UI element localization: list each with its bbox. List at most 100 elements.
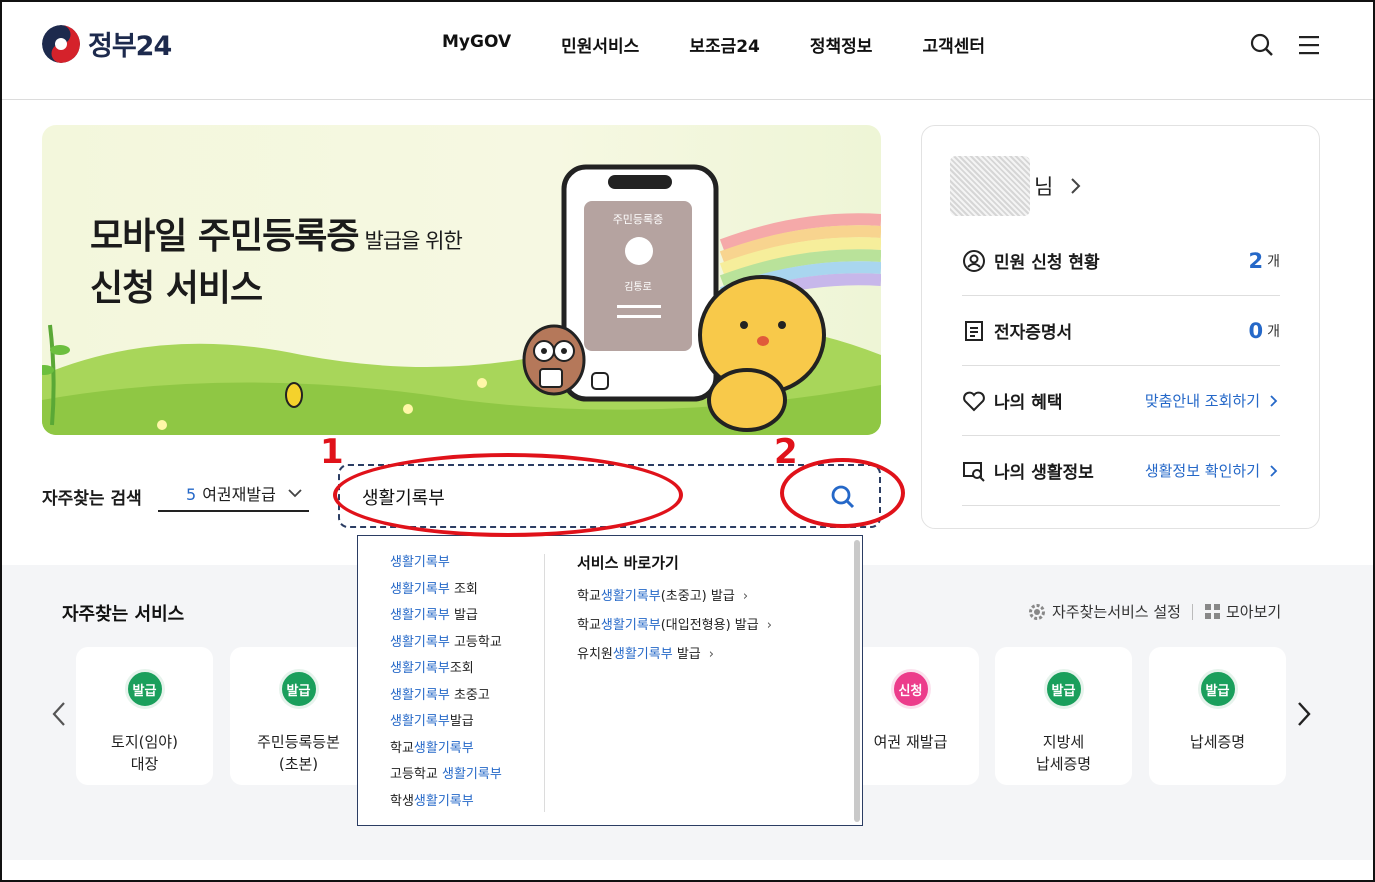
- taegeuk-logo-icon: [42, 24, 80, 63]
- chevron-right-icon: ›: [742, 589, 749, 604]
- banner-title-line2: 신청 서비스: [90, 268, 263, 309]
- quick-link-item[interactable]: 학교생활기록부(초중고) 발급 ›: [577, 585, 772, 614]
- document-icon: [962, 319, 986, 343]
- annotation-number-1: 1: [320, 432, 344, 472]
- my-benefits-link[interactable]: 맞춤안내 조회하기: [1145, 390, 1260, 411]
- view-all-label: 모아보기: [1226, 603, 1282, 621]
- logo-text: 정부24: [88, 31, 172, 62]
- site-header: 정부24 MyGOV 민원서비스 보조금24 정책정보 고객센터: [2, 2, 1373, 100]
- heart-icon: [962, 389, 986, 413]
- chevron-down-icon: [288, 489, 302, 498]
- quick-link-item[interactable]: 학교생활기록부(대입전형용) 발급 ›: [577, 614, 772, 643]
- chevron-right-icon: [1270, 394, 1278, 407]
- screen-search-icon: [962, 459, 986, 483]
- my-life-info-label: 나의 생활정보: [994, 463, 1094, 483]
- suggestion-item[interactable]: 생활기록부조회: [390, 659, 550, 686]
- frequent-search-dropdown[interactable]: 5 여권재발급: [158, 476, 309, 512]
- search-autocomplete-panel: 생활기록부 생활기록부 조회 생활기록부 발급 생활기록부 고등학교 생활기록부…: [357, 535, 863, 826]
- civil-request-status-row[interactable]: 민원 신청 현황 2개: [962, 226, 1280, 296]
- chevron-right-icon: [1071, 178, 1081, 194]
- suggestion-item[interactable]: 학생생활기록부: [390, 792, 550, 819]
- site-logo[interactable]: 정부24: [42, 24, 172, 63]
- suggestion-item[interactable]: 고등학교 생활기록부: [390, 765, 550, 792]
- my-life-info-link[interactable]: 생활정보 확인하기: [1145, 460, 1260, 481]
- e-certificate-label: 전자증명서: [994, 323, 1073, 343]
- issue-badge: 발급: [124, 669, 165, 709]
- autocomplete-scrollbar[interactable]: [854, 540, 860, 822]
- suggestion-item[interactable]: 생활기록부 고등학교: [390, 633, 550, 660]
- gear-icon: [1029, 603, 1045, 620]
- my-benefits-row[interactable]: 나의 혜택 맞춤안내 조회하기: [962, 366, 1280, 436]
- suggestion-item[interactable]: 생활기록부발급: [390, 712, 550, 739]
- quick-links: 서비스 바로가기 학교생활기록부(초중고) 발급 › 학교생활기록부(대입전형용)…: [577, 552, 772, 672]
- my-benefits-label: 나의 혜택: [994, 393, 1063, 413]
- chevron-right-icon: ›: [708, 647, 714, 662]
- service-card-label: 주민등록등본 (초본): [257, 733, 340, 773]
- divider: [1192, 604, 1193, 620]
- annotation-number-2: 2: [774, 432, 798, 472]
- nav-customer-center[interactable]: 고객센터: [922, 32, 985, 57]
- frequent-services-settings-button[interactable]: 자주찾는서비스 설정: [1028, 601, 1181, 622]
- civil-request-count: 2: [1248, 248, 1264, 273]
- service-card-label: 여권 재발급: [873, 733, 948, 751]
- suggestion-list: 생활기록부 생활기록부 조회 생활기록부 발급 생활기록부 고등학교 생활기록부…: [390, 553, 550, 818]
- chevron-right-icon: [1270, 464, 1278, 477]
- frequent-search-value: 여권재발급: [202, 485, 276, 504]
- grid-icon: [1205, 604, 1220, 619]
- search-submit-icon[interactable]: [830, 484, 856, 514]
- settings-label: 자주찾는서비스 설정: [1052, 603, 1181, 621]
- service-card-resident-registration[interactable]: 발급 주민등록등본 (초본): [230, 647, 367, 785]
- suggestion-item[interactable]: 생활기록부: [390, 553, 550, 580]
- promo-banner[interactable]: 모바일 주민등록증 발급을 위한 신청 서비스 주민등록증 김통로: [42, 125, 881, 435]
- suggestion-item[interactable]: 학교생활기록부: [390, 739, 550, 766]
- civil-request-label: 민원 신청 현황: [994, 253, 1100, 273]
- issue-badge: 발급: [1043, 669, 1084, 709]
- issue-badge: 발급: [278, 669, 319, 709]
- service-card-local-tax-certificate[interactable]: 발급 지방세 납세증명: [995, 647, 1132, 785]
- view-all-button[interactable]: 모아보기: [1205, 601, 1281, 622]
- user-circle-icon: [962, 249, 986, 273]
- suggestion-item[interactable]: 생활기록부 조회: [390, 580, 550, 607]
- issue-badge: 발급: [1197, 669, 1238, 709]
- phone-card-name: 김통로: [624, 282, 652, 293]
- service-card-tax-certificate[interactable]: 발급 납세증명: [1149, 647, 1286, 785]
- user-name-link[interactable]: 님: [950, 156, 1083, 216]
- name-suffix: 님: [1034, 175, 1054, 199]
- banner-title-sub: 발급을 위한: [364, 229, 463, 253]
- quick-links-heading: 서비스 바로가기: [577, 554, 679, 572]
- main-nav: MyGOV 민원서비스 보조금24 정책정보 고객센터: [442, 32, 1035, 57]
- banner-title-main: 모바일 주민등록증: [90, 216, 359, 257]
- service-card-label: 토지(임야) 대장: [111, 733, 178, 773]
- suggestion-item[interactable]: 생활기록부 초중고: [390, 686, 550, 713]
- service-card-label: 지방세 납세증명: [1035, 733, 1092, 773]
- apply-badge: 신청: [890, 669, 931, 709]
- my-life-info-row[interactable]: 나의 생활정보 생활정보 확인하기: [962, 436, 1280, 506]
- suggestion-item[interactable]: 생활기록부 발급: [390, 606, 550, 633]
- user-panel: 님 민원 신청 현황 2개 전자증명서 0개 나의 혜택 맞춤안내 조회하기 나…: [921, 125, 1320, 529]
- service-card-label: 납세증명: [1189, 733, 1246, 751]
- civil-request-unit: 개: [1267, 253, 1280, 270]
- frequent-search-label: 자주찾는 검색: [42, 489, 142, 509]
- banner-title: 모바일 주민등록증 발급을 위한: [90, 207, 463, 259]
- divider: [544, 554, 545, 812]
- frequent-services-title: 자주찾는 서비스: [62, 604, 185, 625]
- hamburger-menu-icon[interactable]: [1297, 34, 1321, 60]
- main-search-box: [338, 464, 881, 528]
- header-search-icon[interactable]: [1249, 32, 1275, 62]
- search-input[interactable]: [362, 482, 782, 512]
- chevron-right-icon: ›: [766, 618, 772, 633]
- phone-card-title: 주민등록증: [612, 213, 664, 226]
- carousel-prev-icon[interactable]: [50, 700, 68, 732]
- e-certificate-row[interactable]: 전자증명서 0개: [962, 296, 1280, 366]
- carousel-next-icon[interactable]: [1295, 700, 1313, 732]
- nav-policy-info[interactable]: 정책정보: [810, 32, 873, 57]
- blurred-user-name: [950, 156, 1030, 216]
- nav-civil-service[interactable]: 민원서비스: [561, 32, 639, 57]
- service-card-land-register[interactable]: 발급 토지(임야) 대장: [76, 647, 213, 785]
- nav-mygov[interactable]: MyGOV: [442, 32, 511, 57]
- e-certificate-count: 0: [1248, 318, 1264, 343]
- e-certificate-unit: 개: [1267, 323, 1280, 340]
- frequent-search-rank: 5: [186, 485, 197, 504]
- quick-link-item[interactable]: 유치원생활기록부 발급 ›: [577, 643, 772, 672]
- nav-subsidy24[interactable]: 보조금24: [689, 32, 760, 57]
